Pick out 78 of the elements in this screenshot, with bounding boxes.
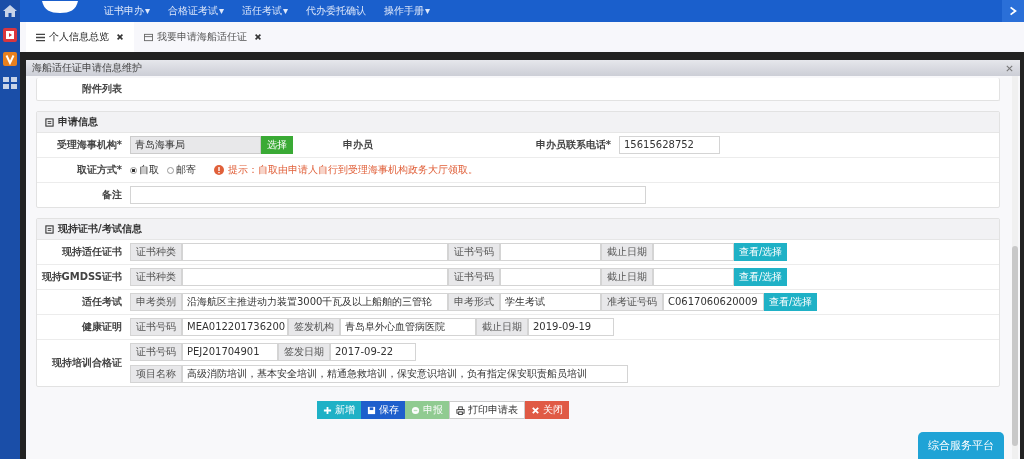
- home-icon[interactable]: [2, 3, 18, 19]
- field-label: 现持适任证书: [61, 245, 123, 259]
- chevron-right-icon[interactable]: [1002, 0, 1024, 22]
- field-label: 附件列表: [81, 82, 123, 96]
- nav-menu-item[interactable]: 适任考试▾: [242, 4, 289, 18]
- field-label: 申考形式: [448, 293, 500, 311]
- field-label: 证书号码: [130, 343, 182, 361]
- section-title: 现持证书/考试信息: [58, 222, 142, 236]
- text-field[interactable]: 2019-09-19: [528, 318, 614, 336]
- radio-option[interactable]: 自取: [130, 163, 159, 177]
- document-icon: [45, 117, 54, 127]
- action-button[interactable]: 保存: [361, 401, 405, 419]
- plus-icon: [323, 405, 332, 415]
- dialog-title: 海船适任证申请信息维护: [32, 61, 142, 75]
- field-label: 受理海事机构*: [55, 138, 123, 152]
- nav-menu-item[interactable]: 证书申办▾: [104, 4, 151, 18]
- hint-text: 提示：自取由申请人自行到受理海事机构政务大厅领取。: [228, 163, 478, 177]
- field-label: 截止日期: [476, 318, 528, 336]
- text-field[interactable]: 青岛阜外心血管病医院: [340, 318, 476, 336]
- field-label: 备注: [101, 188, 123, 202]
- list-icon: [36, 32, 45, 42]
- radio-option[interactable]: 邮寄: [167, 163, 196, 177]
- text-field[interactable]: [500, 268, 601, 286]
- nav-menu-item[interactable]: 操作手册▾: [384, 4, 431, 18]
- section-title: 申请信息: [58, 115, 98, 129]
- field-label: 申考类别: [130, 293, 182, 311]
- tab[interactable]: 个人信息总览: [26, 22, 134, 52]
- action-button[interactable]: 关闭: [525, 401, 569, 419]
- phone-field[interactable]: 15615628752: [619, 136, 720, 154]
- card-icon: [144, 32, 153, 42]
- field-label: 证书号码: [448, 243, 500, 261]
- field-label: 签发机构: [288, 318, 340, 336]
- warning-icon: [214, 165, 224, 175]
- field-label: 证书种类: [130, 243, 182, 261]
- nav-menu-item[interactable]: 代办委托确认: [306, 4, 367, 18]
- field-label: 截止日期: [601, 268, 653, 286]
- text-field[interactable]: MEA012201736200: [182, 318, 288, 336]
- field-label: 现持培训合格证: [51, 356, 123, 370]
- close-icon[interactable]: [254, 33, 262, 41]
- field-label: 截止日期: [601, 243, 653, 261]
- document-icon: [45, 224, 54, 234]
- nav-menu-item[interactable]: 合格证考试▾: [168, 4, 225, 18]
- field-label: 签发日期: [278, 343, 330, 361]
- text-field[interactable]: [653, 268, 734, 286]
- text-field[interactable]: [653, 243, 734, 261]
- circle-icon: [411, 405, 420, 415]
- text-field[interactable]: [182, 243, 448, 261]
- remark-field[interactable]: [130, 186, 646, 204]
- field-label: 证书号码: [130, 318, 182, 336]
- print-icon: [456, 405, 465, 415]
- agency-field[interactable]: 青岛海事局: [130, 136, 261, 154]
- text-field[interactable]: C0617060620009: [663, 293, 764, 311]
- field-label: 申办员: [342, 138, 374, 152]
- grid-icon[interactable]: [2, 75, 18, 91]
- text-field[interactable]: 学生考试: [500, 293, 601, 311]
- floppy-icon: [367, 405, 376, 415]
- field-label: 取证方式*: [75, 163, 123, 177]
- text-field[interactable]: PEJ201704901: [182, 343, 278, 361]
- field-label: 证书号码: [448, 268, 500, 286]
- logo-icon: [40, 0, 80, 14]
- text-field[interactable]: 高级消防培训，基本安全培训，精通急救培训，保安意识培训，负有指定保安职责船员培训: [182, 365, 628, 383]
- field-label: 申办员联系电话*: [534, 138, 612, 152]
- field-label: 适任考试: [81, 295, 123, 309]
- text-field[interactable]: 沿海航区主推进动力装置3000千瓦及以上船舶的三管轮: [182, 293, 448, 311]
- field-label: 项目名称: [130, 365, 182, 383]
- field-label: 健康证明: [81, 320, 123, 334]
- tab[interactable]: 我要申请海船适任证: [134, 22, 272, 52]
- field-label: 准考证号码: [601, 293, 663, 311]
- text-field[interactable]: 2017-09-22: [330, 343, 416, 361]
- text-field[interactable]: [182, 268, 448, 286]
- field-label: 证书种类: [130, 268, 182, 286]
- text-field[interactable]: [500, 243, 601, 261]
- v-logo-icon[interactable]: [2, 51, 18, 67]
- close-icon[interactable]: [116, 33, 124, 41]
- field-label: 现持GMDSS证书: [40, 270, 123, 284]
- close-icon: [531, 405, 540, 415]
- action-button[interactable]: 打印申请表: [449, 401, 525, 419]
- film-icon[interactable]: [2, 27, 18, 43]
